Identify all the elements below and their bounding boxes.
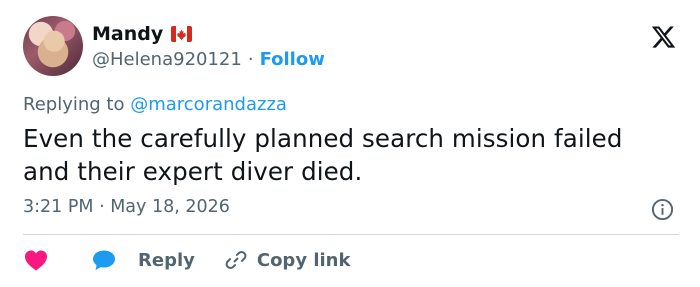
- copy-link-button[interactable]: Copy link: [225, 249, 351, 271]
- replying-to: Replying to @marcorandazza: [23, 94, 287, 115]
- link-icon: [225, 250, 247, 270]
- canada-flag-icon: [171, 26, 193, 42]
- tweet-text: Even the carefully planned search missio…: [23, 124, 623, 186]
- separator-dot: ·: [247, 49, 254, 70]
- action-bar: Reply Copy link: [24, 245, 350, 275]
- follow-button[interactable]: Follow: [260, 49, 325, 70]
- replying-to-label: Replying to: [23, 94, 125, 115]
- author-handle[interactable]: @Helena920121: [92, 49, 242, 70]
- x-logo-icon[interactable]: [650, 24, 677, 50]
- reply-label: Reply: [138, 249, 195, 271]
- author-name-row: Mandy: [92, 23, 193, 45]
- avatar[interactable]: [23, 16, 83, 76]
- author-handle-row: @Helena920121 · Follow: [92, 49, 325, 70]
- reply-button[interactable]: Reply: [48, 249, 195, 271]
- info-icon[interactable]: [651, 198, 674, 221]
- speech-bubble-icon: [93, 250, 115, 270]
- tweet-timestamp[interactable]: 3:21 PM · May 18, 2026: [23, 197, 230, 217]
- author-name[interactable]: Mandy: [92, 23, 163, 45]
- heart-icon[interactable]: [24, 249, 48, 271]
- copy-link-label: Copy link: [256, 249, 351, 271]
- divider: [23, 234, 679, 235]
- replying-to-mention[interactable]: @marcorandazza: [130, 94, 287, 115]
